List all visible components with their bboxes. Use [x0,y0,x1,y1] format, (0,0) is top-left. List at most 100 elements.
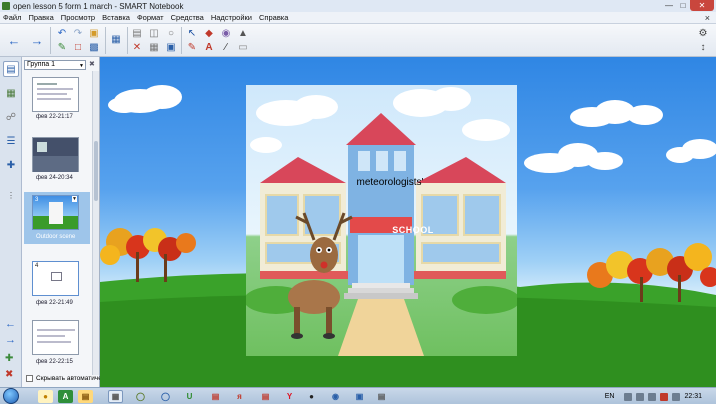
gear-icon[interactable]: ⚙ [697,28,709,40]
tray-network-icon[interactable] [636,392,645,401]
menu-edit[interactable]: Правка [28,13,53,22]
page-thumbnail-2[interactable] [32,137,79,172]
text-tool-button[interactable]: A [203,42,215,54]
scrollbar-thumb[interactable] [94,141,98,201]
page-sorter-tab-icon[interactable]: ▤ [3,61,19,77]
thumbnail-label: фев 22-21:49 [36,300,73,306]
school-scene-image[interactable]: SCHOOL meteorologists' [246,85,517,356]
previous-page-button[interactable]: ← [8,34,21,47]
thumbnail-label: Outdoor scene [36,234,76,240]
group-select-value: Группа 1 [27,61,56,68]
insert-table-button[interactable]: ▦ [148,42,160,54]
maximize-button[interactable]: □ [676,0,690,11]
magic-pen-button[interactable]: ▭ [237,42,249,54]
taskbar-app-icon[interactable]: ◉ [328,390,343,403]
clock[interactable]: 22:31 [684,393,702,400]
tray-flag-icon[interactable] [624,392,633,401]
addons-tab-icon[interactable]: ✚ [3,157,19,173]
menu-file[interactable]: Файл [3,13,21,22]
menu-tools[interactable]: Средства [171,13,204,22]
windows-taskbar: ● A ▤ ▦ ◯ ◯ U ▤ я ▤ Y ● ◉ ▣ ▤ EN 22:31 [0,387,716,404]
taskbar-app-icon[interactable]: ▤ [374,390,389,403]
taskbar-app-icon[interactable]: ▣ [352,390,367,403]
menu-help[interactable]: Справка [259,13,288,22]
fill-tool-button[interactable]: ▲ [237,28,249,40]
group-select[interactable]: Группа 1 ▼ [24,60,86,70]
checkbox-box[interactable] [26,375,33,382]
app-a-icon[interactable]: A [58,390,73,403]
main-toolbar: ← → ↶ ↷ ▣ ✎ □ ▩ ▦ ▤ ◫ ○ ✕ ▦ ▣ ↖ ◆ ◉ ▲ ✎ … [0,24,716,57]
eraser-tool-button[interactable]: ◉ [220,28,232,40]
next-page-button[interactable]: → [31,34,44,47]
menu-view[interactable]: Просмотр [61,13,95,22]
tray-antivirus-icon[interactable] [660,392,669,401]
select-tool-button[interactable]: ↖ [186,28,198,40]
taskbar-app-icon[interactable]: ▤ [258,390,273,403]
page-thumbnail-5[interactable] [32,320,79,355]
pen-tool-button[interactable]: ✎ [186,42,198,54]
panel-toggle-icon[interactable]: ⋮ [3,187,19,203]
side-previous-icon[interactable]: ← [5,319,18,330]
minimize-button[interactable]: — [662,0,676,11]
thumbnail-label: фев 24-20:34 [36,175,73,181]
full-screen-button[interactable]: ▣ [165,42,177,54]
explorer-icon[interactable]: ▤ [78,390,93,403]
taskbar-app-icon[interactable]: я [232,390,247,403]
thumbnail-label: фев 22-21:17 [36,114,73,120]
sorter-scrollbar[interactable] [92,71,99,375]
system-tray: EN 22:31 [605,388,716,404]
menu-insert[interactable]: Вставка [102,13,130,22]
pin-icon[interactable]: ✖ [89,60,95,68]
taskbar-app-icon[interactable]: ◯ [158,390,173,403]
toolbar-move-icon[interactable]: ↕ [697,42,709,54]
notebook-canvas[interactable]: SCHOOL meteorologists' [100,57,716,387]
shapes-tool-button[interactable]: ◆ [203,28,215,40]
side-next-icon[interactable]: → [5,335,18,346]
add-page-button[interactable]: ✎ [56,42,68,54]
page-thumbnail-4[interactable]: 4 [32,261,79,296]
side-tab-strip: ▤ ▦ ☍ ☰ ✚ ⋮ ← → ✚ ✖ [0,57,22,387]
side-delete-page-icon[interactable]: ✖ [5,369,18,380]
paste-button[interactable]: ▤ [131,28,143,40]
tray-app-icon[interactable] [672,392,681,401]
undo-button[interactable]: ↶ [56,28,68,40]
yandex-icon[interactable]: Y [282,390,297,403]
menu-addons[interactable]: Надстройки [211,13,252,22]
page-sorter-panel: Группа 1 ▼ ✖ фев 22-21:17 фев 24-20:34 3… [22,57,112,387]
start-button[interactable] [3,388,19,404]
page-thumbnail-3[interactable]: 3 ▼ [32,195,79,230]
taskbar-app-icon[interactable]: ◯ [133,390,148,403]
side-add-page-icon[interactable]: ✚ [5,353,18,364]
delete-page-button[interactable]: □ [72,42,84,54]
autohide-checkbox[interactable]: Скрывать автоматически [26,375,112,382]
chrome-icon[interactable]: ● [38,390,53,403]
document-close-icon[interactable]: × [705,13,710,23]
tray-volume-icon[interactable] [648,392,657,401]
properties-tab-icon[interactable]: ☰ [3,133,19,149]
attachments-tab-icon[interactable]: ☍ [3,109,19,125]
taskbar-app-icon[interactable]: ● [304,390,319,403]
save-button[interactable]: ▩ [88,42,100,54]
thumbnail-number: 4 [35,263,39,269]
document-camera-button[interactable]: ○ [165,28,177,40]
line-tool-button[interactable]: ∕ [220,42,232,54]
table-button[interactable]: ◫ [148,28,160,40]
delete-button[interactable]: ✕ [131,42,143,54]
gallery-tab-icon[interactable]: ▦ [3,85,19,101]
scene-caption[interactable]: meteorologists' [350,177,430,188]
taskbar-app-icon[interactable]: U [182,390,197,403]
toolbar-separator [127,27,128,54]
redo-button[interactable]: ↷ [72,28,84,40]
screen-shade-button[interactable]: ▦ [110,34,122,46]
close-button[interactable]: ✕ [690,0,714,11]
menu-format[interactable]: Формат [137,13,164,22]
taskbar-app-icon[interactable]: ▤ [208,390,223,403]
language-indicator[interactable]: EN [605,393,615,400]
open-folder-button[interactable]: ▣ [88,28,100,40]
menu-bar: Файл Правка Просмотр Вставка Формат Сред… [0,12,716,24]
toolbar-separator [105,27,106,54]
notebook-taskbar-icon[interactable]: ▦ [108,390,123,403]
toolbar-separator [181,27,182,54]
thumbnail-menu-icon[interactable]: ▼ [72,196,77,202]
page-thumbnail-1[interactable] [32,77,79,112]
